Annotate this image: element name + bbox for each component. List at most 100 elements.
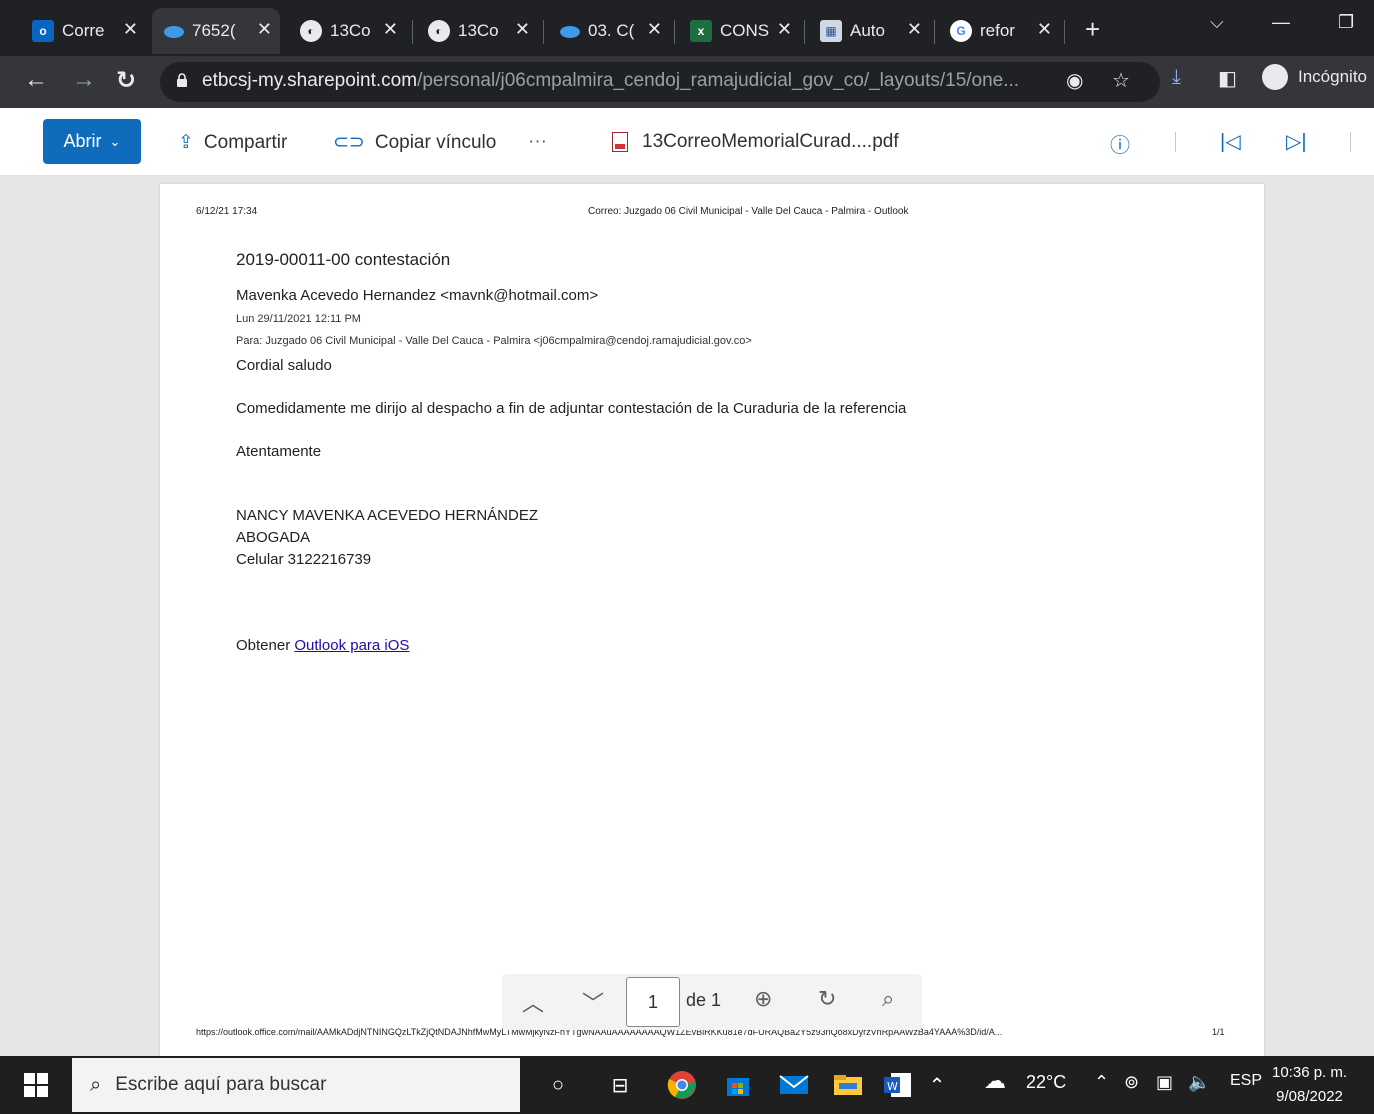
show-hidden-icons-icon[interactable]: ⌃ [1094, 1072, 1109, 1093]
chrome-icon[interactable] [664, 1067, 700, 1103]
document-image-icon: ▦ [820, 20, 842, 42]
close-tab-icon[interactable]: ✕ [123, 19, 138, 40]
share-label: Compartir [203, 131, 288, 153]
zoom-in-icon[interactable]: ⊕ [754, 986, 772, 1012]
rotate-icon[interactable]: ↻ [818, 986, 836, 1012]
pdf-viewer: 6/12/21 17:34 Correo: Juzgado 06 Civil M… [0, 176, 1374, 1064]
word-icon[interactable]: W [880, 1067, 916, 1103]
tab-label: refor [980, 21, 1015, 40]
lock-icon [177, 73, 187, 87]
svg-text:W: W [887, 1080, 898, 1093]
google-icon: G [950, 20, 972, 42]
browser-tab[interactable]: 03. C( ✕ [548, 8, 670, 54]
windows-start-icon[interactable] [24, 1073, 48, 1097]
browser-tab[interactable]: ▦ Auto ✕ [810, 8, 930, 54]
more-options-button[interactable]: ··· [528, 131, 547, 153]
tab-label: 13Co [330, 21, 371, 40]
file-command-bar: Abrir ⌄ ⇪ Compartir ⊂⊃ Copiar vínculo ··… [0, 108, 1374, 176]
file-name-label: 13CorreoMemorialCurad....pdf [642, 131, 899, 152]
page-number-input[interactable]: 1 [626, 977, 680, 1027]
meet-now-icon[interactable]: ⊚ [1124, 1072, 1139, 1093]
taskbar-clock[interactable]: 10:36 p. m. 9/08/2022 [1272, 1061, 1347, 1109]
browser-tab[interactable]: G refor ✕ [940, 8, 1060, 54]
search-icon: ⌕ [90, 1073, 102, 1096]
file-explorer-icon[interactable] [830, 1067, 866, 1103]
incognito-profile[interactable]: Incógnito [1262, 64, 1367, 90]
taskbar-search-box[interactable]: ⌕ Escribe aquí para buscar [72, 1058, 520, 1112]
cortana-icon[interactable]: ○ [540, 1067, 576, 1103]
taskbar-search-placeholder: Escribe aquí para buscar [115, 1074, 327, 1095]
globe-icon: ◐ [300, 20, 322, 42]
clock-date: 9/08/2022 [1276, 1088, 1343, 1105]
previous-page-chevron-up-icon[interactable]: ︿ [522, 986, 544, 1018]
close-tab-icon[interactable]: ✕ [383, 19, 398, 40]
network-icon[interactable]: ▣ [1156, 1072, 1173, 1093]
page-count-label: de 1 [686, 990, 722, 1010]
omnibox[interactable]: etbcsj-my.sharepoint.com/personal/j06cmp… [160, 62, 1160, 102]
temperature[interactable]: 22°C [1026, 1072, 1066, 1093]
onedrive-icon [558, 20, 580, 42]
browser-tab-active[interactable]: 7652( ✕ [152, 8, 280, 54]
next-page-chevron-down-icon[interactable]: ﹀ [582, 986, 604, 1018]
forward-arrow-icon[interactable]: → [72, 66, 96, 94]
print-footer-page: 1/1 [1212, 1027, 1225, 1037]
taskbar-overflow-chevron-icon[interactable]: ⌃ [926, 1067, 948, 1103]
next-file-icon[interactable]: ▷| [1286, 129, 1307, 154]
info-icon[interactable]: ⓘ [1110, 129, 1130, 158]
browser-tab[interactable]: ◐ 13Co ✕ [418, 8, 538, 54]
page-navigator: ︿ ﹀ 1 de 1 ⊕ ↻ ⌕ [502, 974, 922, 1030]
search-document-icon[interactable]: ⌕ [882, 986, 894, 1012]
minimize-button[interactable]: — [1272, 12, 1290, 33]
close-tab-icon[interactable]: ✕ [257, 19, 272, 40]
email-subject: 2019-00011-00 contestación [236, 250, 451, 269]
volume-icon[interactable]: 🔈 [1188, 1072, 1210, 1093]
open-button-label: Abrir [63, 131, 102, 151]
email-date: Lun 29/11/2021 12:11 PM [236, 313, 361, 325]
close-tab-icon[interactable]: ✕ [777, 19, 792, 40]
close-tab-icon[interactable]: ✕ [515, 19, 530, 40]
browser-tab[interactable]: x CONS ✕ [680, 8, 800, 54]
outlook-icon: o [32, 20, 54, 42]
excel-icon: x [690, 20, 712, 42]
tab-label: 03. C( [588, 21, 635, 40]
signature-name: NANCY MAVENKA ACEVEDO HERNÁNDEZ [236, 507, 539, 524]
share-button[interactable]: ⇪ Compartir [178, 131, 287, 154]
language-indicator[interactable]: ESP [1230, 1072, 1262, 1090]
tab-separator [804, 20, 805, 44]
back-arrow-icon[interactable]: ← [24, 66, 48, 94]
chevron-down-icon: ⌄ [109, 133, 121, 149]
clock-time: 10:36 p. m. [1272, 1064, 1348, 1081]
pdf-page: 6/12/21 17:34 Correo: Juzgado 06 Civil M… [160, 184, 1264, 1064]
browser-tab-strip: o Corre ✕ 7652( ✕ ◐ 13Co ✕ ◐ 13Co ✕ 03. … [0, 0, 1374, 60]
open-button[interactable]: Abrir ⌄ [43, 119, 141, 164]
tab-search-chevron-icon[interactable]: ⌵ [1210, 12, 1224, 33]
onedrive-icon [162, 20, 184, 42]
url-text: etbcsj-my.sharepoint.com/personal/j06cmp… [202, 70, 1019, 92]
signature-title: ABOGADA [236, 529, 311, 546]
copy-link-button[interactable]: ⊂⊃ Copiar vínculo [333, 131, 496, 154]
tab-separator [1064, 20, 1065, 44]
weather-cloud-icon: ☁ [984, 1068, 1006, 1093]
share-icon: ⇪ [178, 132, 194, 153]
browser-tab[interactable]: o Corre ✕ [22, 8, 146, 54]
email-to: Para: Juzgado 06 Civil Municipal - Valle… [236, 335, 752, 347]
download-icon[interactable]: ⤓ [1172, 66, 1181, 89]
task-view-icon[interactable]: ⊟ [602, 1067, 638, 1103]
close-tab-icon[interactable]: ✕ [1037, 19, 1052, 40]
browser-tab[interactable]: ◐ 13Co ✕ [290, 8, 406, 54]
new-tab-button[interactable]: + [1085, 14, 1100, 45]
mail-icon[interactable] [776, 1067, 812, 1103]
side-panel-icon[interactable]: ◧ [1218, 66, 1237, 91]
tracking-off-eye-icon[interactable]: ◉ [1066, 68, 1083, 93]
print-date: 6/12/21 17:34 [196, 206, 258, 217]
restore-button[interactable]: ❐ [1338, 12, 1354, 33]
reload-icon[interactable]: ↻ [116, 66, 136, 95]
previous-file-icon[interactable]: |◁ [1220, 129, 1241, 154]
close-tab-icon[interactable]: ✕ [647, 19, 662, 40]
tab-separator [412, 20, 413, 44]
close-tab-icon[interactable]: ✕ [907, 19, 922, 40]
tab-separator [934, 20, 935, 44]
microsoft-store-icon[interactable] [720, 1067, 756, 1103]
bookmark-star-icon[interactable]: ☆ [1112, 68, 1130, 93]
outlook-ios-link[interactable]: Outlook para iOS [294, 637, 409, 654]
